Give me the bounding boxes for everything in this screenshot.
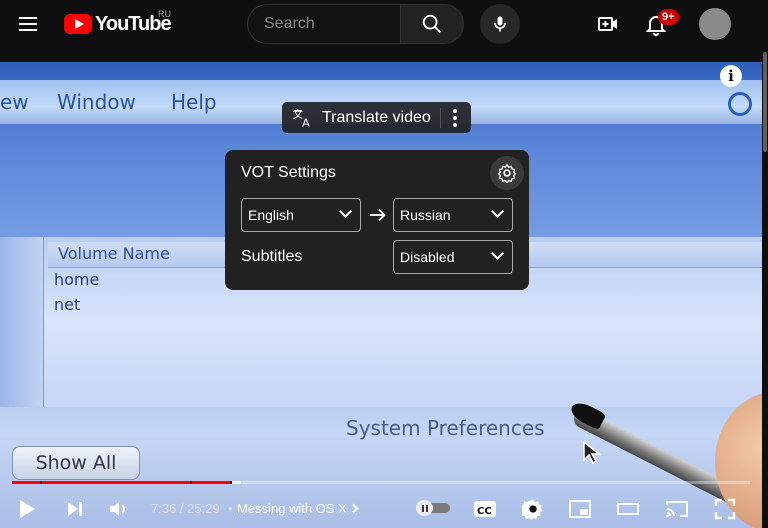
- pause-icon: [416, 500, 433, 516]
- fullscreen-icon: [714, 498, 736, 520]
- source-language-value: English: [248, 207, 294, 223]
- play-icon: [20, 500, 35, 518]
- gear-icon: [522, 499, 543, 520]
- voice-search-button[interactable]: [480, 4, 520, 44]
- cc-icon: CC: [474, 501, 496, 517]
- next-icon: [68, 502, 82, 516]
- notification-count-badge: 9+: [658, 9, 679, 25]
- info-icon[interactable]: i: [720, 65, 742, 87]
- chevron-down-icon: [491, 205, 504, 218]
- video-menu-window: Window: [57, 90, 136, 114]
- translate-separator: [440, 108, 441, 128]
- translate-video-button[interactable]: 文 A Translate video: [282, 102, 471, 133]
- more-options-icon[interactable]: [446, 104, 464, 132]
- chevron-down-icon: [491, 247, 504, 260]
- next-button[interactable]: [60, 494, 90, 524]
- source-language-select[interactable]: English: [241, 198, 361, 232]
- gear-icon: [497, 163, 517, 183]
- translate-icon: 文 A: [293, 108, 310, 129]
- youtube-logo[interactable]: YouTube: [64, 12, 172, 36]
- video-column-header: Volume Name: [58, 244, 170, 263]
- subtitles-label: Subtitles: [241, 248, 303, 265]
- video-show-all-button: Show All: [12, 446, 140, 480]
- captions-button[interactable]: CC: [470, 494, 500, 524]
- search-input[interactable]: [264, 15, 401, 33]
- search-box: [247, 4, 401, 44]
- hamburger-icon[interactable]: [8, 4, 48, 44]
- cast-icon: [666, 501, 688, 518]
- progress-played: [12, 481, 232, 484]
- avatar[interactable]: [699, 8, 731, 40]
- video-row-net: net: [54, 295, 81, 314]
- video-menu-help: Help: [171, 90, 217, 114]
- youtube-play-logo-icon: [64, 14, 92, 34]
- autoplay-toggle[interactable]: [416, 500, 450, 516]
- cast-button[interactable]: [662, 494, 692, 524]
- theater-mode-button[interactable]: [613, 494, 643, 524]
- play-button[interactable]: [12, 494, 42, 524]
- subtitles-select[interactable]: Disabled: [393, 240, 513, 274]
- vot-settings-gear-button[interactable]: [490, 156, 524, 190]
- video-row-home: home: [54, 270, 100, 289]
- search-button[interactable]: [400, 4, 464, 44]
- create-icon: [598, 17, 617, 31]
- miniplayer-button[interactable]: [565, 494, 595, 524]
- search-icon: [422, 14, 441, 33]
- volume-icon: [110, 502, 125, 516]
- mic-icon: [494, 16, 506, 32]
- time-machine-icon: [728, 92, 752, 116]
- arrow-right-icon: [369, 208, 386, 222]
- svg-text:A: A: [302, 116, 310, 129]
- svg-text:CC: CC: [477, 506, 492, 517]
- chapter-title[interactable]: Messing with OS X: [237, 501, 347, 516]
- video-sidebar: [0, 237, 44, 407]
- fullscreen-button[interactable]: [710, 494, 740, 524]
- vot-settings-title: VOT Settings: [241, 164, 336, 181]
- video-menu-view: ew: [0, 90, 29, 114]
- mute-button[interactable]: [104, 494, 134, 524]
- chapter-marker: [230, 481, 232, 484]
- target-language-select[interactable]: Russian: [393, 198, 513, 232]
- time-display: 7:36 / 25:29: [151, 501, 220, 516]
- country-code: RU: [158, 9, 171, 19]
- theater-icon: [617, 503, 639, 515]
- create-button[interactable]: [588, 4, 628, 44]
- chapter-marker: [190, 481, 192, 484]
- translate-video-label: Translate video: [322, 108, 431, 126]
- chevron-down-icon: [339, 205, 352, 218]
- chapter-separator: •: [228, 501, 233, 516]
- video-window-title: System Preferences: [346, 416, 545, 440]
- target-language-value: Russian: [400, 207, 451, 223]
- mouse-cursor-icon: [583, 440, 602, 465]
- subtitles-value: Disabled: [400, 249, 455, 265]
- miniplayer-icon: [569, 500, 591, 518]
- page-scrollbar-thumb[interactable]: [763, 52, 767, 152]
- chapter-marker: [40, 481, 42, 484]
- settings-button[interactable]: [518, 494, 548, 524]
